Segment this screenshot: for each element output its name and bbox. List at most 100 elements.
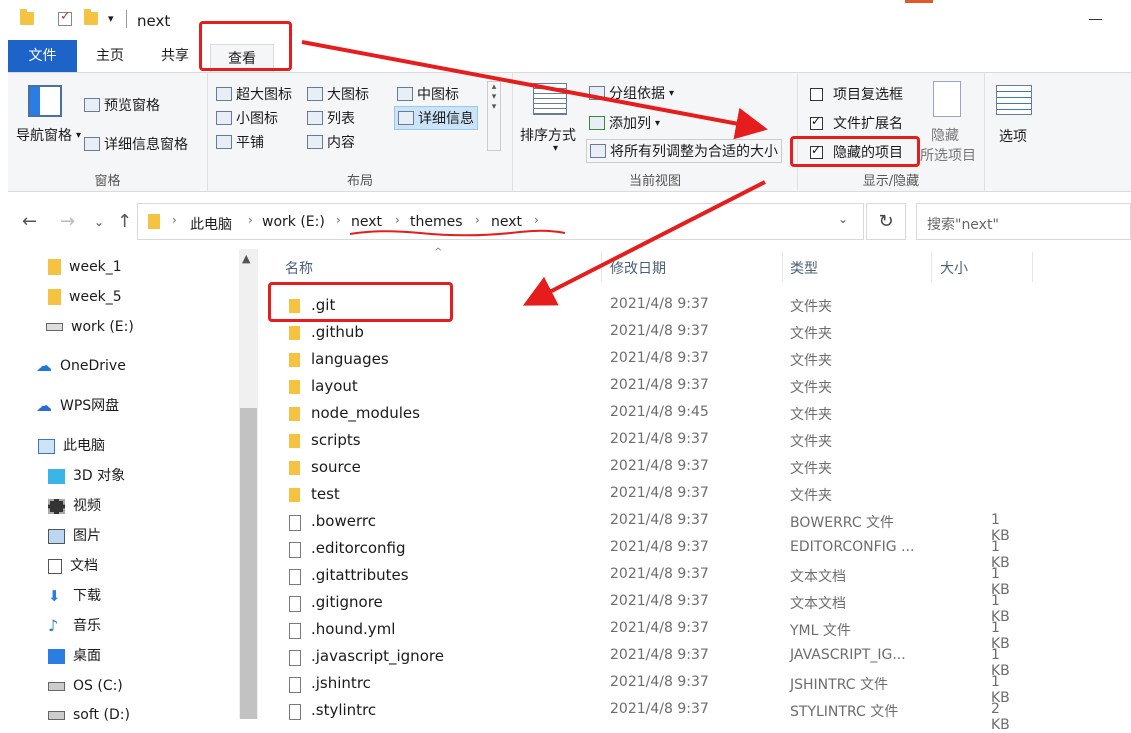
back-arrow-icon[interactable]: ← — [22, 211, 37, 232]
layout-details[interactable]: 详细信息 — [394, 106, 478, 130]
breadcrumb-next[interactable]: next — [351, 214, 382, 230]
hide-selected-label-1[interactable]: 隐藏 — [931, 125, 959, 145]
column-header-name[interactable]: 名称 — [285, 258, 313, 278]
table-row[interactable]: .javascript_ignore 2021/4/8 9:37 JAVASCRIP… — [283, 643, 1023, 679]
recent-locations-icon[interactable]: ⌄ — [94, 215, 104, 229]
sidebar-item-3d-objects[interactable]: 3D 对象 — [48, 462, 125, 490]
options-icon[interactable] — [996, 85, 1032, 115]
column-header-date[interactable]: 修改日期 — [610, 258, 666, 278]
table-row[interactable]: scripts 2021/4/8 9:37 文件夹 — [283, 427, 1023, 454]
table-row[interactable]: node_modules 2021/4/8 9:45 文件夹 — [283, 400, 1023, 427]
file-type: JAVASCRIPT_IG... — [790, 647, 906, 663]
tab-file[interactable]: 文件 — [8, 40, 77, 72]
layout-small-icons[interactable]: 小图标 — [216, 108, 278, 128]
layout-content[interactable]: 内容 — [307, 132, 355, 152]
file-icon — [289, 569, 301, 585]
sidebar-item-soft-drive[interactable]: soft (D:) — [48, 701, 130, 729]
layout-medium-icons[interactable]: 中图标 — [397, 84, 459, 104]
video-icon — [48, 498, 65, 514]
breadcrumb-next-current[interactable]: next — [491, 214, 522, 230]
item-checkboxes-toggle[interactable]: 项目复选框 — [810, 84, 903, 104]
sort-icon[interactable] — [533, 83, 567, 115]
table-row[interactable]: .hound.yml 2021/4/8 9:37 YML 文件 1 KB — [283, 616, 1023, 652]
table-row[interactable]: languages 2021/4/8 9:37 文件夹 — [283, 346, 1023, 373]
table-row[interactable]: .editorconfig 2021/4/8 9:37 EDITORCONFIG .… — [283, 535, 1023, 571]
preview-pane-button[interactable]: 预览窗格 — [84, 95, 160, 115]
title-bar: ▾ next — [0, 0, 1131, 40]
nav-pane-scroll-thumb[interactable] — [240, 408, 257, 719]
sidebar-item-week-1[interactable]: week_1 — [48, 253, 122, 281]
column-divider[interactable] — [782, 252, 783, 282]
refresh-icon[interactable]: ↻ — [866, 203, 906, 240]
table-row[interactable]: .stylintrc 2021/4/8 9:37 STYLINTRC 文件 2 KB — [283, 697, 1023, 733]
column-header-type[interactable]: 类型 — [790, 258, 818, 278]
sort-by-button[interactable]: 排序方式 — [520, 125, 576, 145]
up-arrow-icon[interactable]: ↑ — [117, 211, 132, 232]
layout-xl-icons[interactable]: 超大图标 — [216, 84, 292, 104]
sidebar-item-week-5[interactable]: week_5 — [48, 283, 122, 311]
column-divider[interactable] — [601, 252, 602, 282]
quick-access-dropdown-icon[interactable]: ▾ — [108, 12, 114, 25]
details-pane-button[interactable]: 详细信息窗格 — [84, 134, 188, 154]
sidebar-item-label: WPS网盘 — [60, 398, 120, 414]
breadcrumb-this-pc[interactable]: 此电脑 — [190, 214, 232, 234]
drive-icon — [48, 710, 65, 720]
sidebar-item-os-drive[interactable]: OS (C:) — [48, 672, 123, 700]
forward-arrow-icon[interactable]: → — [60, 211, 75, 232]
navigation-pane-button[interactable]: 导航窗格 ▾ — [16, 125, 81, 145]
tab-home[interactable]: 主页 — [80, 40, 140, 72]
address-bar[interactable]: › 此电脑 › work (E:) › next › themes › next… — [137, 203, 864, 240]
sidebar-item-wps[interactable]: ☁ WPS网盘 — [36, 392, 119, 420]
size-all-columns-button[interactable]: 将所有列调整为合适的大小 — [586, 139, 782, 163]
navigation-pane-label: 导航窗格 — [16, 128, 72, 144]
table-row[interactable]: test 2021/4/8 9:37 文件夹 — [283, 481, 1023, 508]
sidebar-item-downloads[interactable]: ⬇ 下载 — [48, 582, 101, 610]
sidebar-item-pictures[interactable]: 图片 — [48, 522, 101, 550]
layout-large-icons[interactable]: 大图标 — [307, 84, 369, 104]
sidebar-item-onedrive[interactable]: ☁ OneDrive — [36, 352, 126, 380]
file-type: BOWERRC 文件 — [790, 515, 895, 531]
group-by-button[interactable]: 分组依据 ▾ — [589, 83, 674, 103]
table-row[interactable]: layout 2021/4/8 9:37 文件夹 — [283, 373, 1023, 400]
layout-medium-icons-label: 中图标 — [417, 87, 459, 103]
tab-share[interactable]: 共享 — [145, 40, 205, 72]
layout-list[interactable]: 列表 — [307, 108, 355, 128]
breadcrumb-themes[interactable]: themes — [410, 214, 463, 230]
sidebar-item-music[interactable]: ♪ 音乐 — [48, 612, 101, 640]
file-type: EDITORCONFIG ... — [790, 539, 915, 555]
file-icon — [289, 623, 301, 639]
table-row[interactable]: .jshintrc 2021/4/8 9:37 JSHINTRC 文件 1 KB — [283, 670, 1023, 706]
minimize-button[interactable] — [1089, 19, 1102, 20]
address-dropdown-icon[interactable]: ⌄ — [838, 212, 848, 226]
folder-icon — [48, 289, 61, 305]
sidebar-item-this-pc[interactable]: 此电脑 — [38, 432, 105, 460]
table-row[interactable]: .bowerrc 2021/4/8 9:37 BOWERRC 文件 1 KB — [283, 508, 1023, 544]
options-button[interactable]: 选项 — [999, 126, 1027, 146]
file-date: 2021/4/8 9:37 — [610, 647, 709, 663]
table-row[interactable]: source 2021/4/8 9:37 文件夹 — [283, 454, 1023, 481]
column-divider[interactable] — [931, 252, 932, 282]
new-folder-icon[interactable] — [84, 9, 98, 25]
add-columns-button[interactable]: 添加列 ▾ — [589, 113, 660, 133]
table-row[interactable]: .github 2021/4/8 9:37 文件夹 — [283, 319, 1023, 346]
scroll-up-icon[interactable]: ▲ — [242, 252, 250, 265]
item-checkboxes-checkbox[interactable] — [810, 87, 823, 101]
sidebar-item-work-drive[interactable]: work (E:) — [46, 313, 134, 341]
table-row[interactable]: .gitattributes 2021/4/8 9:37 文本文档 1 KB — [283, 562, 1023, 598]
sidebar-item-label: 3D 对象 — [73, 468, 126, 484]
column-divider[interactable] — [1032, 252, 1033, 282]
hide-selected-label-2[interactable]: 所选项目 — [920, 145, 976, 165]
navigation-pane-icon[interactable] — [28, 85, 62, 117]
sidebar-item-documents[interactable]: 文档 — [48, 552, 98, 580]
table-row[interactable]: .gitignore 2021/4/8 9:37 文本文档 1 KB — [283, 589, 1023, 625]
properties-icon[interactable] — [58, 9, 72, 26]
layout-scroll[interactable]: ▴ ▾ ▾ — [487, 81, 501, 151]
sidebar-item-videos[interactable]: 视频 — [48, 492, 101, 520]
column-header-size[interactable]: 大小 — [940, 258, 968, 278]
sidebar-item-desktop[interactable]: 桌面 — [48, 642, 101, 670]
layout-tiles[interactable]: 平铺 — [216, 132, 264, 152]
search-input[interactable]: 搜索"next" — [916, 203, 1131, 240]
file-extensions-toggle[interactable]: 文件扩展名 — [810, 113, 903, 133]
file-extensions-checkbox[interactable] — [810, 114, 823, 130]
breadcrumb-work-drive[interactable]: work (E:) — [262, 214, 325, 230]
